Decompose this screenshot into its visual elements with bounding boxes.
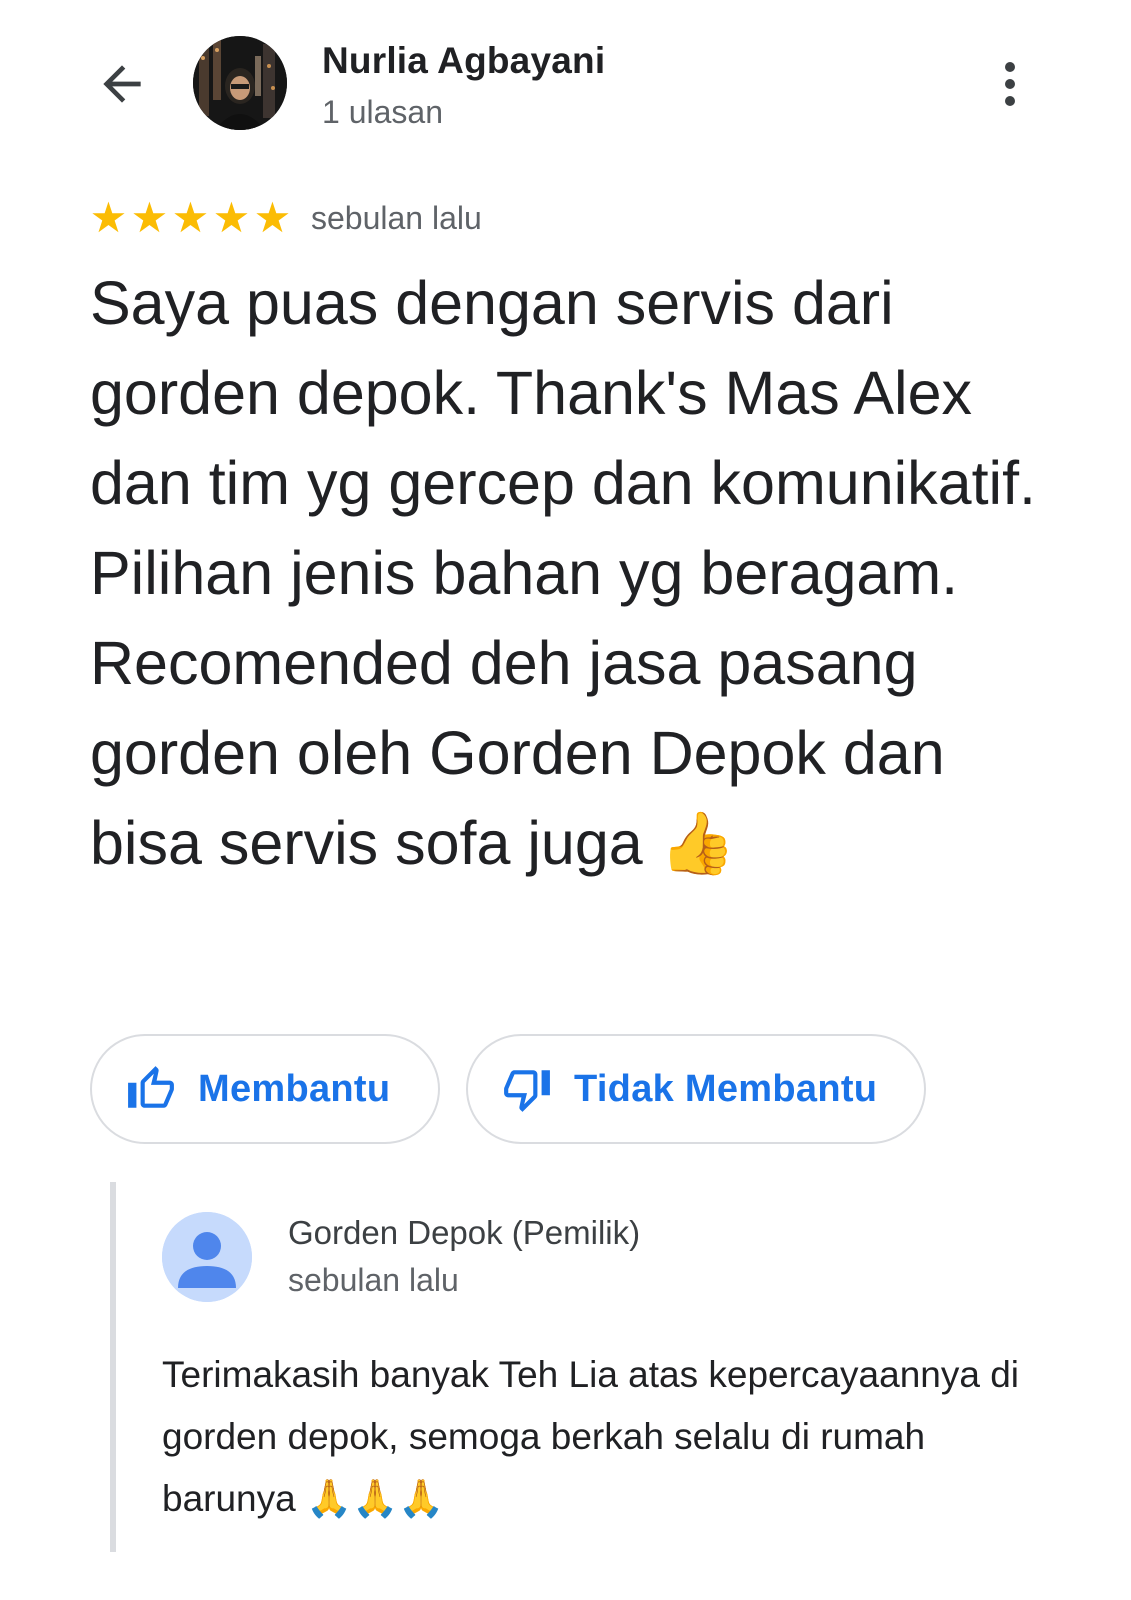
reviewer-name[interactable]: Nurlia Agbayani [322,40,605,82]
owner-name: Gorden Depok (Pemilik) [288,1214,641,1251]
owner-reply: Gorden Depok (Pemilik) sebulan lalu Teri… [110,1182,1070,1562]
review-date: sebulan lalu [311,199,482,236]
star-icon: ★ [89,194,128,241]
owner-avatar [162,1212,252,1302]
person-icon [162,1212,252,1302]
helpful-label: Membantu [198,1067,391,1110]
star-rating: ★ ★ ★ ★ ★ [88,197,293,239]
unhelpful-button[interactable]: Tidak Membantu [466,1034,926,1144]
rating-row: ★ ★ ★ ★ ★ sebulan lalu [88,196,482,240]
star-icon: ★ [171,194,210,241]
avatar-photo [193,36,287,130]
owner-reply-text: Terimakasih banyak Teh Lia atas kepercay… [162,1354,1019,1519]
thumbs-up-icon [126,1064,176,1114]
reply-divider [110,1182,116,1552]
review-text: Saya puas dengan servis dari gorden depo… [90,269,1037,877]
more-options-button[interactable] [990,56,1030,112]
back-button[interactable] [90,52,154,116]
star-icon: ★ [253,194,292,241]
more-vert-icon [1005,62,1015,72]
star-icon: ★ [130,194,169,241]
arrow-left-icon [103,65,141,103]
review-count: 1 ulasan [322,94,443,130]
unhelpful-label: Tidak Membantu [574,1067,878,1110]
owner-reply-date: sebulan lalu [288,1262,459,1298]
review-header: Nurlia Agbayani 1 ulasan [0,0,1131,170]
helpful-button[interactable]: Membantu [90,1034,440,1144]
reviewer-avatar[interactable] [193,36,287,130]
star-icon: ★ [212,194,251,241]
thumbs-down-icon [502,1064,552,1114]
review-actions: Membantu Tidak Membantu [90,1034,926,1144]
